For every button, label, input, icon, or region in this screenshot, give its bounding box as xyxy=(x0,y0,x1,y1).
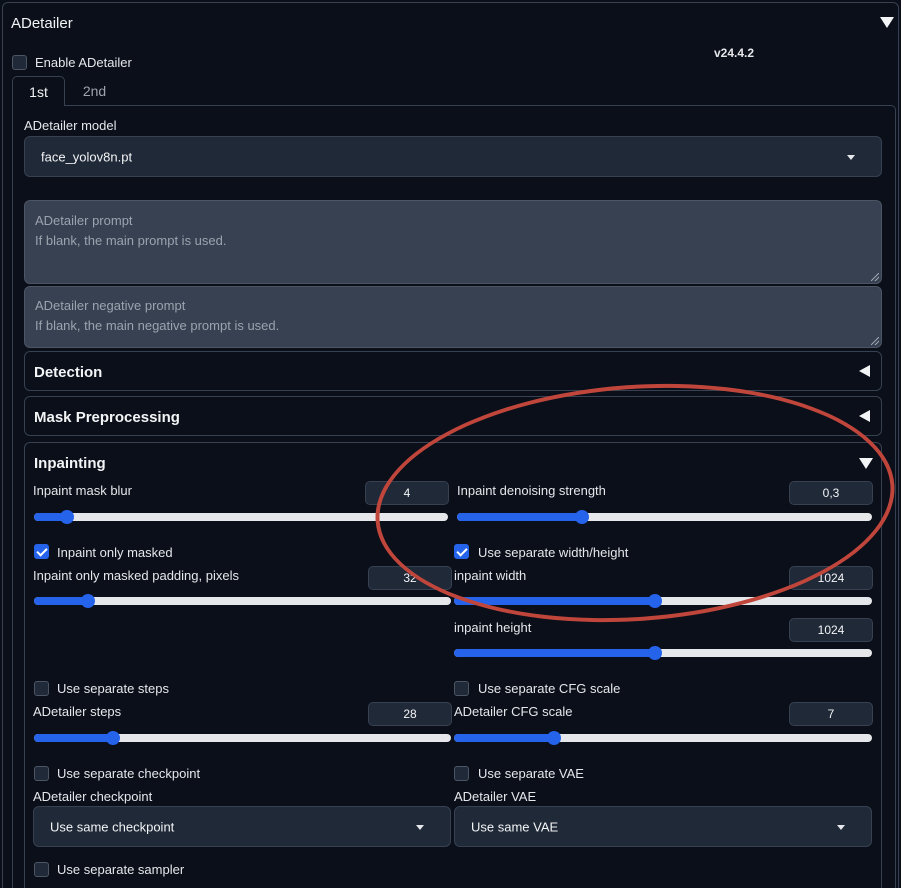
slider-fill xyxy=(34,734,114,742)
model-value: face_yolov8n.pt xyxy=(41,149,133,164)
padding-slider[interactable] xyxy=(34,594,451,608)
vae-value: Use same VAE xyxy=(471,819,559,834)
version-label: v24.4.2 xyxy=(714,46,755,60)
height-slider[interactable] xyxy=(454,646,872,660)
only-masked-checkbox[interactable] xyxy=(34,544,49,559)
width-input[interactable]: 1024 xyxy=(789,566,873,590)
separate-wh-label: Use separate width/height xyxy=(478,545,629,560)
steps-input[interactable]: 28 xyxy=(368,702,452,726)
slider-handle[interactable] xyxy=(647,646,662,660)
tab-1st[interactable]: 1st xyxy=(12,76,65,106)
inpainting-title: Inpainting xyxy=(34,455,106,472)
separate-vae-checkbox[interactable] xyxy=(454,766,469,781)
separate-cfg-label: Use separate CFG scale xyxy=(478,681,621,696)
slider-fill xyxy=(454,734,555,742)
detection-title: Detection xyxy=(34,364,103,381)
enable-label: Enable ADetailer xyxy=(35,55,132,70)
steps-label: ADetailer steps xyxy=(33,704,122,719)
separate-wh-checkbox[interactable] xyxy=(454,544,469,559)
mask-blur-input[interactable]: 4 xyxy=(365,481,449,505)
tab-2nd[interactable]: 2nd xyxy=(68,76,121,106)
only-masked-label: Inpaint only masked xyxy=(57,545,173,560)
cfg-input[interactable]: 7 xyxy=(789,702,873,726)
cfg-label: ADetailer CFG scale xyxy=(454,704,573,719)
negative-prompt-placeholder-line2: If blank, the main negative prompt is us… xyxy=(35,318,280,333)
denoise-slider[interactable] xyxy=(457,510,872,524)
height-label: inpaint height xyxy=(454,620,532,635)
resize-handle-icon[interactable] xyxy=(871,337,879,345)
resize-handle-icon[interactable] xyxy=(871,273,879,281)
slider-fill xyxy=(454,597,655,605)
mask-preprocessing-section[interactable]: Mask Preprocessing xyxy=(24,396,882,436)
vae-label: ADetailer VAE xyxy=(454,789,537,804)
collapse-triangle-icon[interactable] xyxy=(880,17,894,28)
width-slider[interactable] xyxy=(454,594,872,608)
separate-cfg-checkbox[interactable] xyxy=(454,681,469,696)
enable-checkbox[interactable] xyxy=(12,55,27,70)
slider-fill xyxy=(454,649,655,657)
mask-preprocessing-title: Mask Preprocessing xyxy=(34,409,180,426)
slider-handle[interactable] xyxy=(647,594,662,608)
chevron-down-icon xyxy=(837,824,845,830)
expand-triangle-icon xyxy=(859,410,870,422)
collapse-triangle-icon[interactable] xyxy=(859,458,873,469)
mask-blur-label: Inpaint mask blur xyxy=(33,483,132,498)
model-label: ADetailer model xyxy=(24,118,117,133)
denoise-input[interactable]: 0,3 xyxy=(789,481,873,505)
expand-triangle-icon xyxy=(859,365,870,377)
checkpoint-value: Use same checkpoint xyxy=(50,819,175,834)
separate-steps-checkbox[interactable] xyxy=(34,681,49,696)
prompt-placeholder-line1: ADetailer prompt xyxy=(35,213,133,228)
negative-prompt-placeholder-line1: ADetailer negative prompt xyxy=(35,298,186,313)
panel-title: ADetailer xyxy=(11,15,73,32)
separate-sampler-checkbox[interactable] xyxy=(34,862,49,877)
width-label: inpaint width xyxy=(454,568,527,583)
slider-handle[interactable] xyxy=(574,510,589,524)
detection-section[interactable]: Detection xyxy=(24,351,882,391)
checkpoint-dropdown[interactable]: Use same checkpoint xyxy=(33,806,451,847)
mask-blur-slider[interactable] xyxy=(34,510,448,524)
slider-fill xyxy=(34,597,89,605)
padding-input[interactable]: 32 xyxy=(368,566,452,590)
slider-handle[interactable] xyxy=(60,510,75,524)
separate-checkpoint-label: Use separate checkpoint xyxy=(57,766,201,781)
vae-dropdown[interactable]: Use same VAE xyxy=(454,806,872,847)
denoise-label: Inpaint denoising strength xyxy=(457,483,606,498)
adetailer-root: ADetailer Enable ADetailer v24.4.2 1st 2… xyxy=(0,0,901,888)
slider-fill xyxy=(457,513,582,521)
separate-vae-label: Use separate VAE xyxy=(478,766,584,781)
height-input[interactable]: 1024 xyxy=(789,618,873,642)
chevron-down-icon xyxy=(847,154,855,160)
chevron-down-icon xyxy=(416,824,424,830)
steps-slider[interactable] xyxy=(34,731,451,745)
model-dropdown[interactable]: face_yolov8n.pt xyxy=(24,136,882,177)
separate-sampler-label: Use separate sampler xyxy=(57,862,185,877)
padding-label: Inpaint only masked padding, pixels xyxy=(33,568,239,583)
checkpoint-label: ADetailer checkpoint xyxy=(33,789,153,804)
prompt-textarea[interactable]: ADetailer prompt If blank, the main prom… xyxy=(24,200,882,284)
cfg-slider[interactable] xyxy=(454,731,872,745)
prompt-placeholder-line2: If blank, the main prompt is used. xyxy=(35,233,227,248)
separate-steps-label: Use separate steps xyxy=(57,681,170,696)
negative-prompt-textarea[interactable]: ADetailer negative prompt If blank, the … xyxy=(24,286,882,348)
separate-checkpoint-checkbox[interactable] xyxy=(34,766,49,781)
